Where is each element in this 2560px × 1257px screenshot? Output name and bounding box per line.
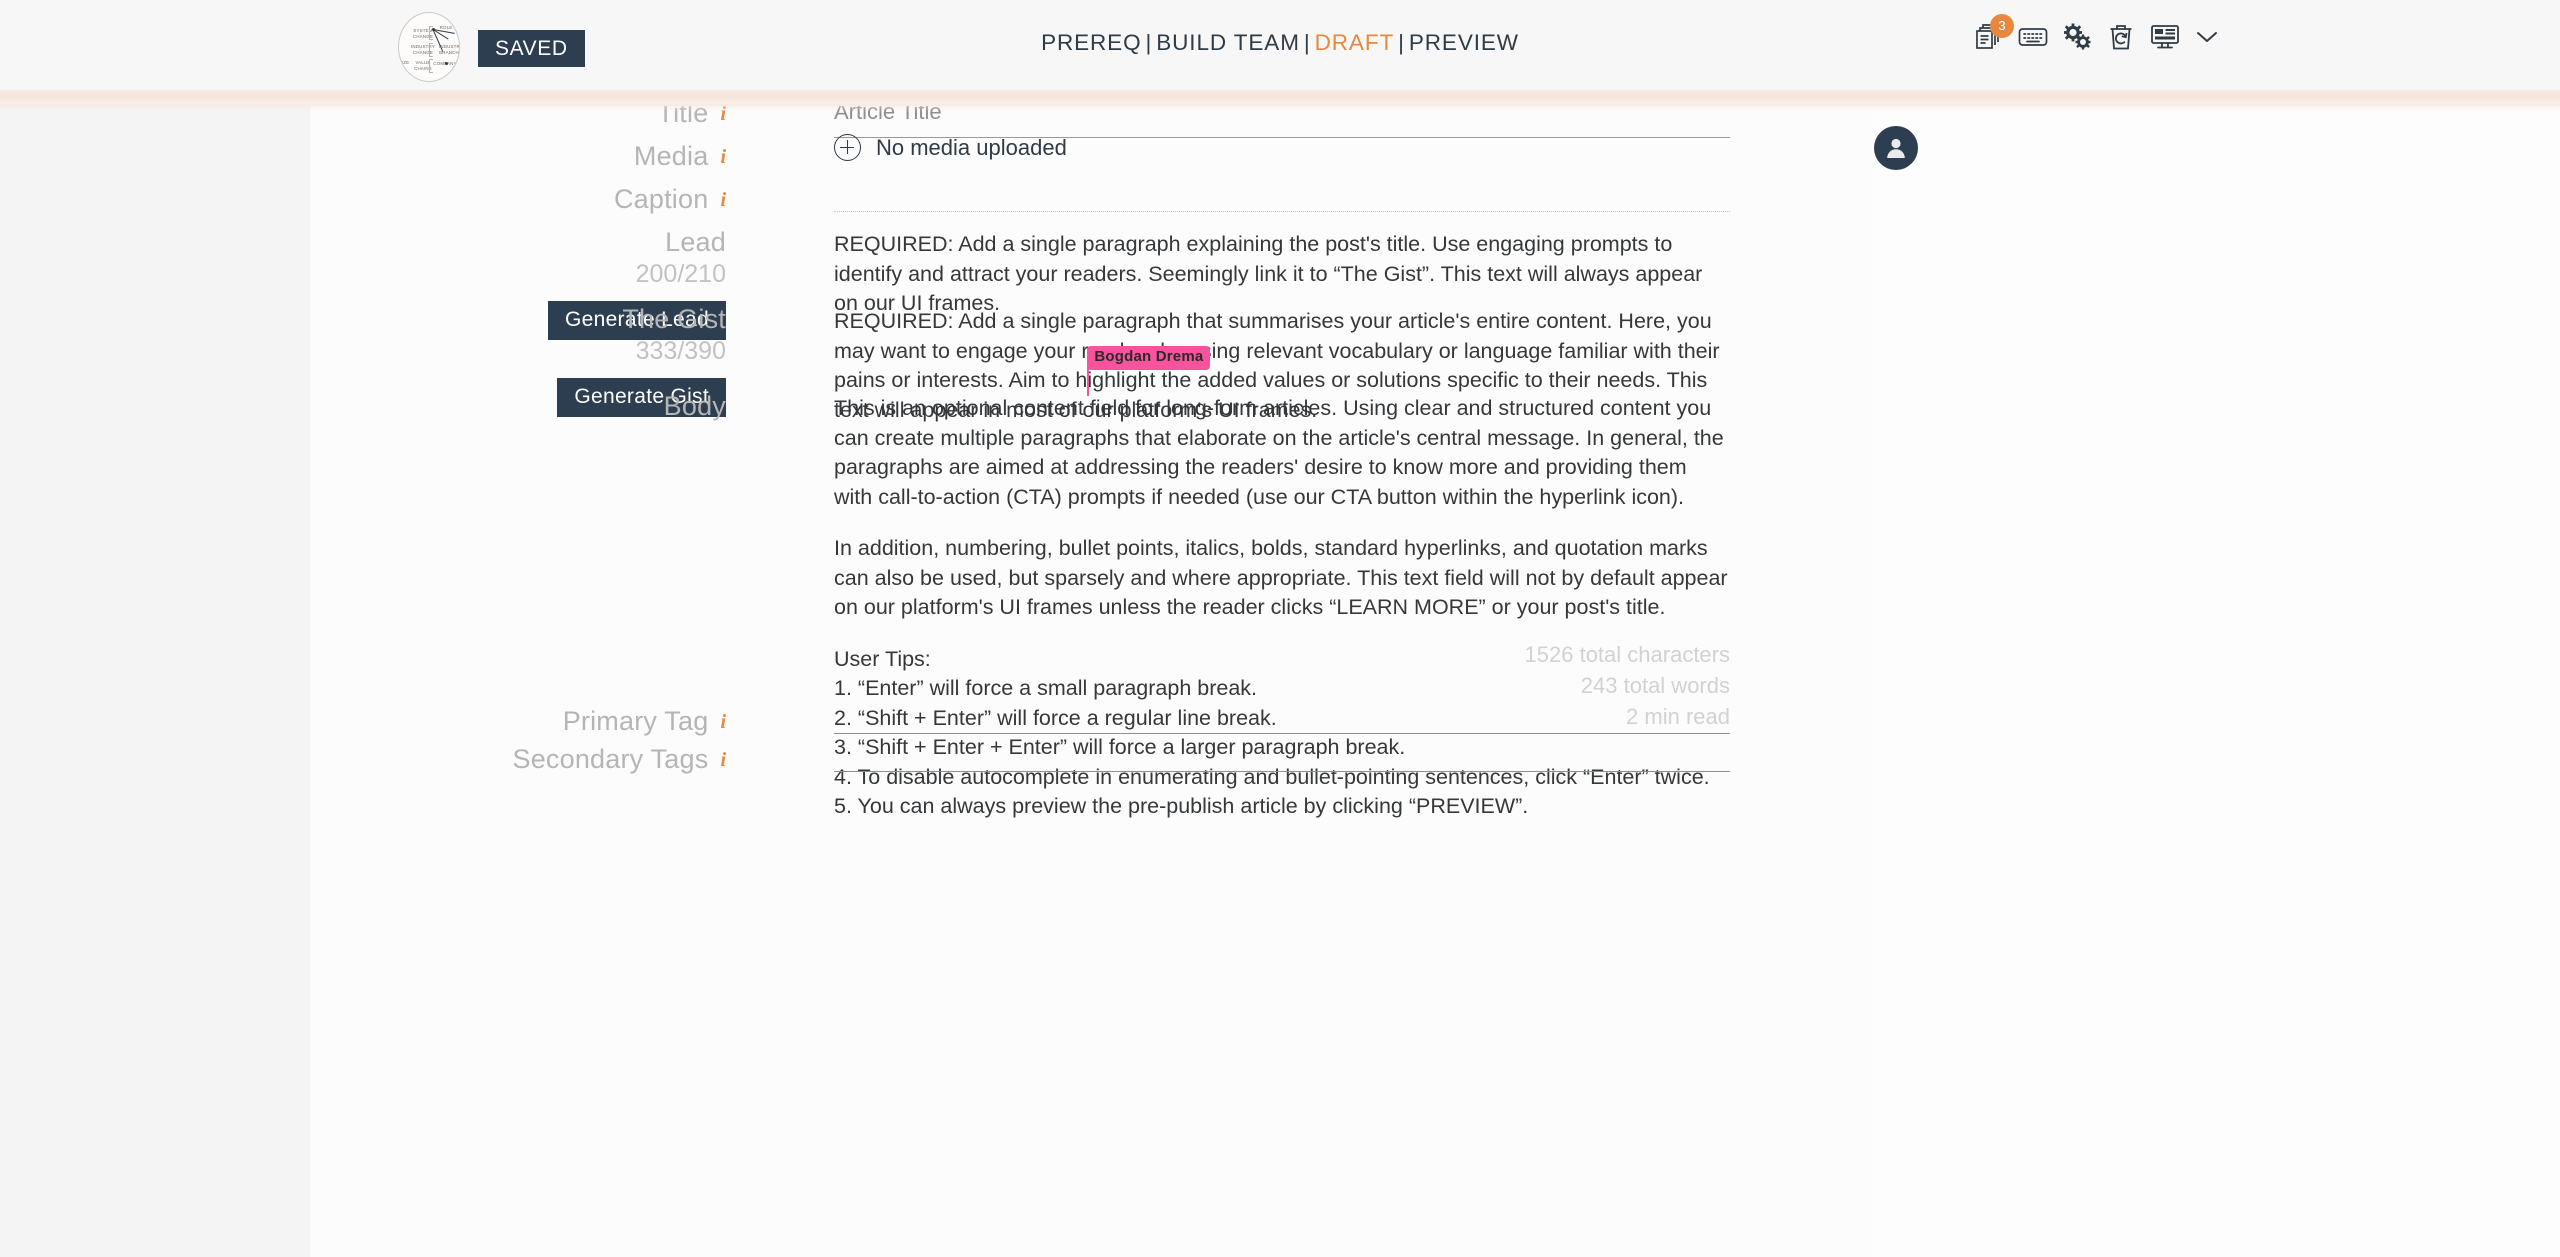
total-words: 243 total words <box>1580 673 1730 698</box>
lead-field: REQUIRED: Add a single paragraph explain… <box>834 230 1730 319</box>
lead-text[interactable]: REQUIRED: Add a single paragraph explain… <box>834 230 1730 319</box>
primary-tag-input[interactable] <box>834 698 1730 734</box>
logo-node-2 <box>445 62 448 65</box>
secondary-tags-label: Secondary Tags <box>512 744 709 774</box>
body-label-group: Body <box>310 391 762 422</box>
logo-bracket-3 <box>429 59 433 73</box>
gist-counter: 333/390 <box>635 337 726 365</box>
keyboard-icon[interactable] <box>2018 22 2048 52</box>
primary-tag-label-group: Primary Tag i <box>310 706 762 737</box>
left-gutter <box>0 0 310 1257</box>
caption-label: Caption <box>613 184 709 214</box>
nav-separator-2: | <box>1303 30 1311 55</box>
media-upload-row[interactable]: No media uploaded <box>834 134 1730 161</box>
collaborator-cursor: Bogdan Drema ighlight the <box>1087 346 1211 396</box>
logo-label-size: SIZE <box>398 60 410 65</box>
caption-label-group: Caption i <box>310 184 762 215</box>
content-divider <box>834 211 1730 212</box>
caption-info-icon[interactable]: i <box>720 189 726 211</box>
media-label: Media <box>633 141 709 171</box>
primary-tag-label: Primary Tag <box>562 706 709 736</box>
secondary-tags-info-icon[interactable]: i <box>720 749 726 771</box>
user-tip-5: 5. You can always preview the pre-publis… <box>834 794 1529 818</box>
lead-label: Lead <box>665 227 726 257</box>
media-field: No media uploaded <box>834 134 1730 161</box>
settings-gears-icon[interactable] <box>2062 22 2092 52</box>
gist-label: The Gist <box>622 304 726 334</box>
primary-tag-field <box>834 698 1730 734</box>
collaborator-name-chip: Bogdan Drema <box>1087 346 1211 370</box>
right-gutter <box>1872 0 2560 1257</box>
header-accent-band <box>0 88 2560 112</box>
nav-separator-3: | <box>1398 30 1405 55</box>
documents-badge-count: 3 <box>1990 14 2014 38</box>
body-label: Body <box>663 391 726 421</box>
secondary-tags-input[interactable] <box>834 736 1730 772</box>
media-empty-text: No media uploaded <box>876 134 1067 160</box>
body-paragraph-2[interactable]: In addition, numbering, bullet points, i… <box>834 534 1730 623</box>
presentation-monitor-icon[interactable] <box>2150 22 2180 52</box>
app-header: SYSTEM CHANGE INDUSTRY CHANGE VALUE CHAI… <box>0 0 2560 90</box>
draft-editor-page: SYSTEM CHANGE INDUSTRY CHANGE VALUE CHAI… <box>0 0 2560 1257</box>
nav-item-preview[interactable]: PREVIEW <box>1409 30 1519 56</box>
add-media-plus-icon[interactable] <box>834 134 861 161</box>
primary-tag-info-icon[interactable]: i <box>720 711 726 733</box>
nav-item-build-team[interactable]: BUILD TEAM <box>1156 30 1300 56</box>
media-label-group: Media i <box>310 141 762 172</box>
body-paragraph-1[interactable]: This is an optional content field for lo… <box>834 394 1730 512</box>
nav-item-draft[interactable]: DRAFT <box>1315 30 1395 56</box>
secondary-tags-label-group: Secondary Tags i <box>310 744 762 775</box>
documents-icon[interactable]: 3 <box>1974 14 2014 52</box>
lead-counter: 200/210 <box>635 260 726 288</box>
secondary-tags-field <box>834 736 1730 772</box>
media-info-icon[interactable]: i <box>720 146 726 168</box>
gist-text-under-cursor: ighlight the <box>1087 368 1192 392</box>
restore-trash-icon[interactable] <box>2106 22 2136 52</box>
chevron-down-icon[interactable] <box>2194 22 2220 52</box>
header-toolbar: 3 <box>1974 14 2220 52</box>
nav-separator-1: | <box>1145 30 1153 55</box>
nav-item-prereq[interactable]: PREREQ <box>1041 30 1141 56</box>
total-characters: 1526 total characters <box>1524 642 1730 667</box>
user-avatar[interactable] <box>1874 126 1918 170</box>
